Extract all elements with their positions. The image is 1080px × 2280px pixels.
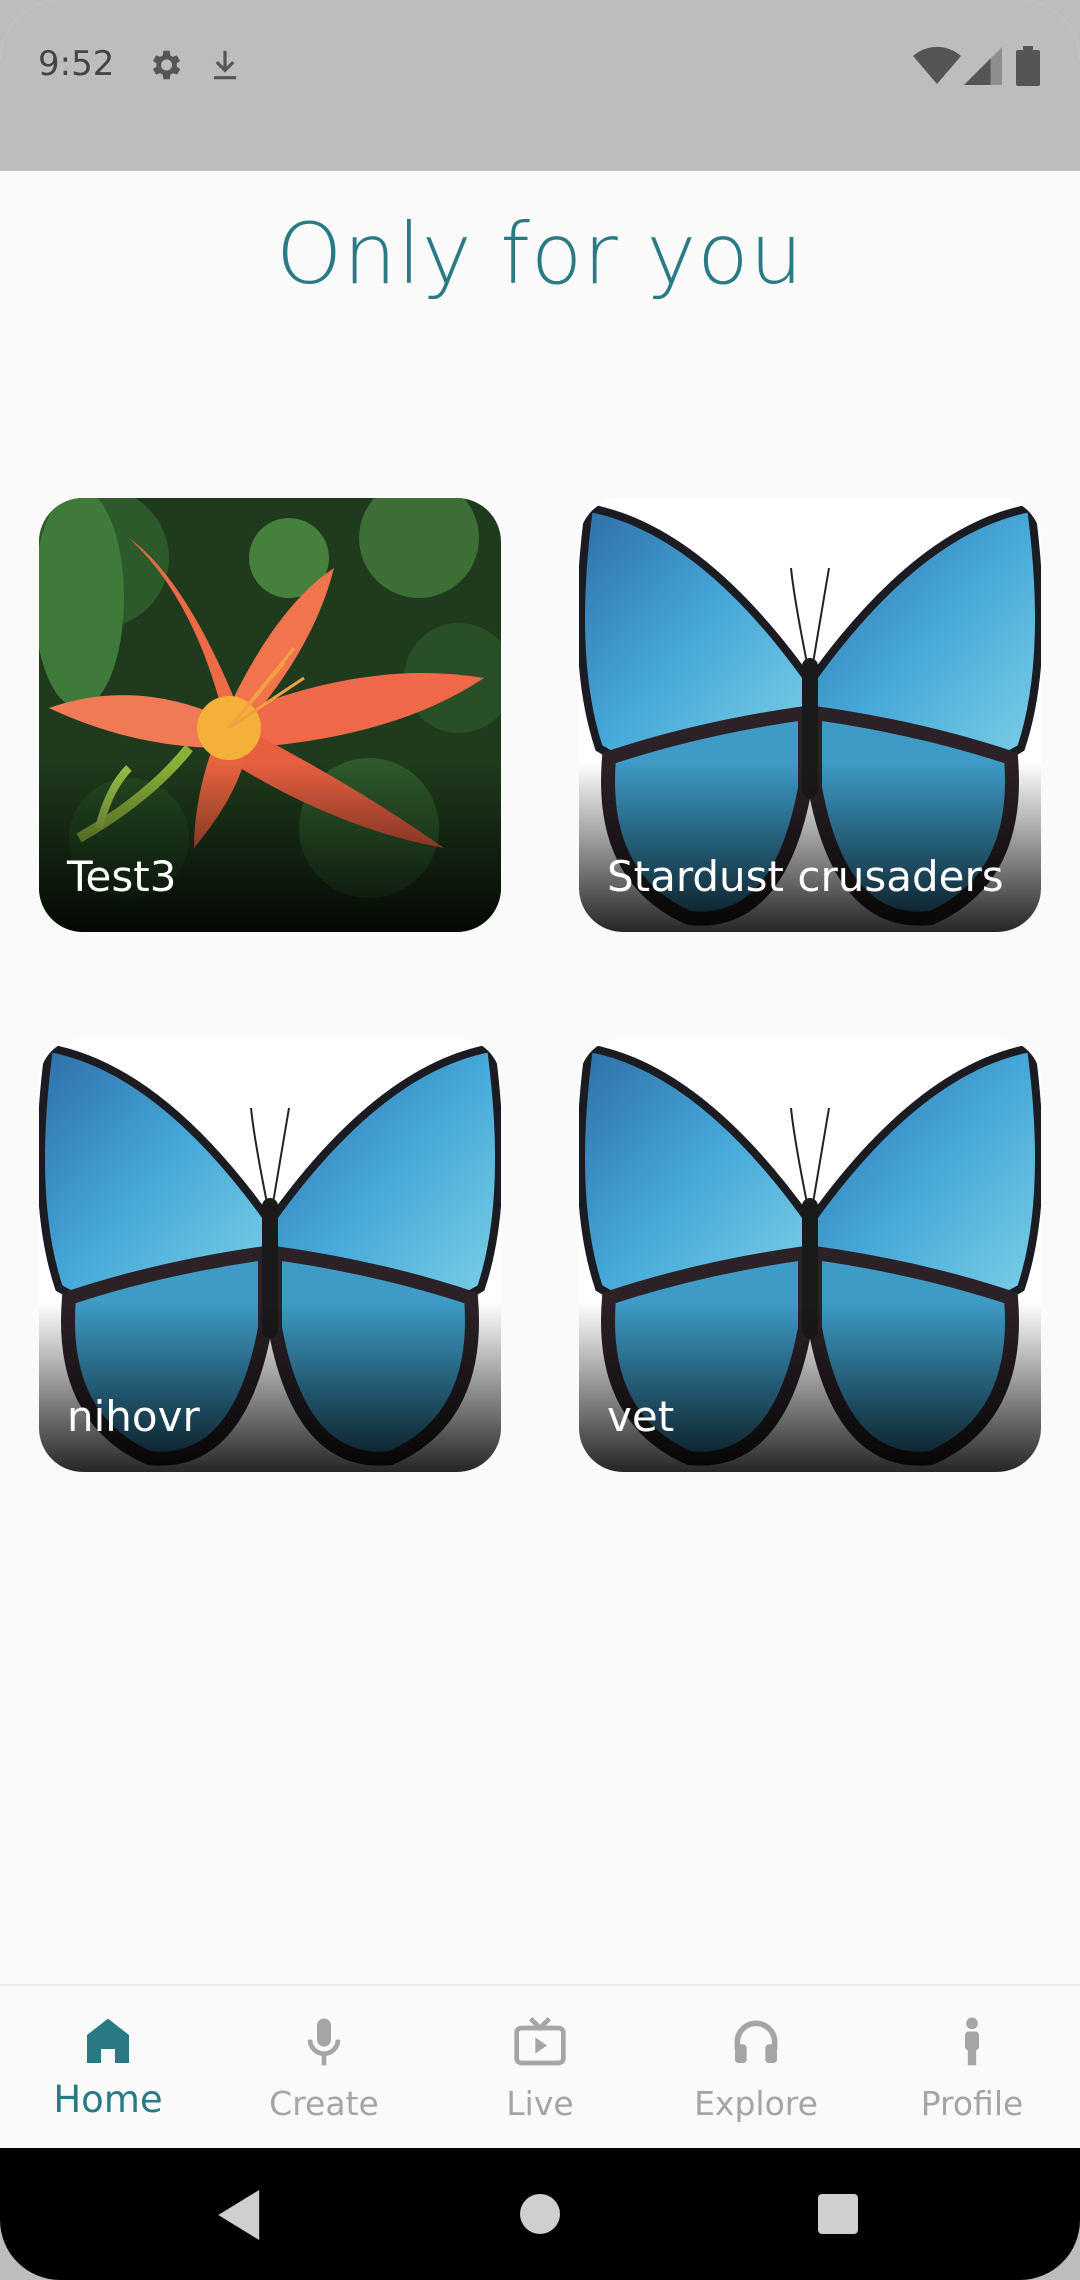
- app-screen: 9:52 Only for you Test3 Stardust crusade…: [0, 0, 1080, 2280]
- page-title: Only for you: [276, 205, 804, 303]
- nav-item-home[interactable]: Home: [0, 1986, 216, 2150]
- system-navigation-bar: [0, 2148, 1080, 2280]
- card-title: nihovr: [67, 1392, 200, 1441]
- cellular-icon: [964, 47, 1002, 85]
- status-bar: 9:52: [0, 0, 1080, 171]
- download-icon: [213, 50, 237, 80]
- nav-item-profile[interactable]: Profile: [864, 1986, 1080, 2150]
- gear-icon: [152, 50, 181, 80]
- nav-label: Live: [506, 2084, 574, 2123]
- nav-item-explore[interactable]: Explore: [648, 1986, 864, 2150]
- card-title: Test3: [67, 852, 177, 901]
- nav-label: Profile: [920, 2084, 1024, 2123]
- wifi-icon: [913, 46, 961, 84]
- content-card-test3[interactable]: Test3: [39, 498, 501, 932]
- nav-item-create[interactable]: Create: [216, 1986, 432, 2150]
- nav-label: Home: [53, 2078, 163, 2121]
- battery-icon: [1016, 46, 1040, 86]
- tv-icon: [514, 2017, 566, 2066]
- bottom-navigation: Home Create Live Explore Profile: [0, 1984, 1080, 2148]
- status-time: 9:52: [38, 44, 115, 84]
- home-icon: [87, 2018, 129, 2063]
- nav-label: Explore: [694, 2084, 818, 2123]
- nav-label: Create: [269, 2084, 379, 2123]
- headphones-icon: [734, 2020, 778, 2063]
- card-title: Stardust crusaders: [607, 852, 1004, 901]
- nav-item-live[interactable]: Live: [432, 1986, 648, 2150]
- card-title: vet: [607, 1392, 675, 1441]
- recents-icon[interactable]: [818, 2194, 858, 2234]
- back-icon[interactable]: [218, 2190, 264, 2240]
- content-card-vet[interactable]: vet: [579, 1038, 1041, 1472]
- content-card-stardust-crusaders[interactable]: Stardust crusaders: [579, 498, 1041, 932]
- person-icon: [965, 2017, 979, 2066]
- home-button-icon[interactable]: [520, 2194, 560, 2234]
- content-card-nihovr[interactable]: nihovr: [39, 1038, 501, 1472]
- microphone-icon: [307, 2018, 341, 2066]
